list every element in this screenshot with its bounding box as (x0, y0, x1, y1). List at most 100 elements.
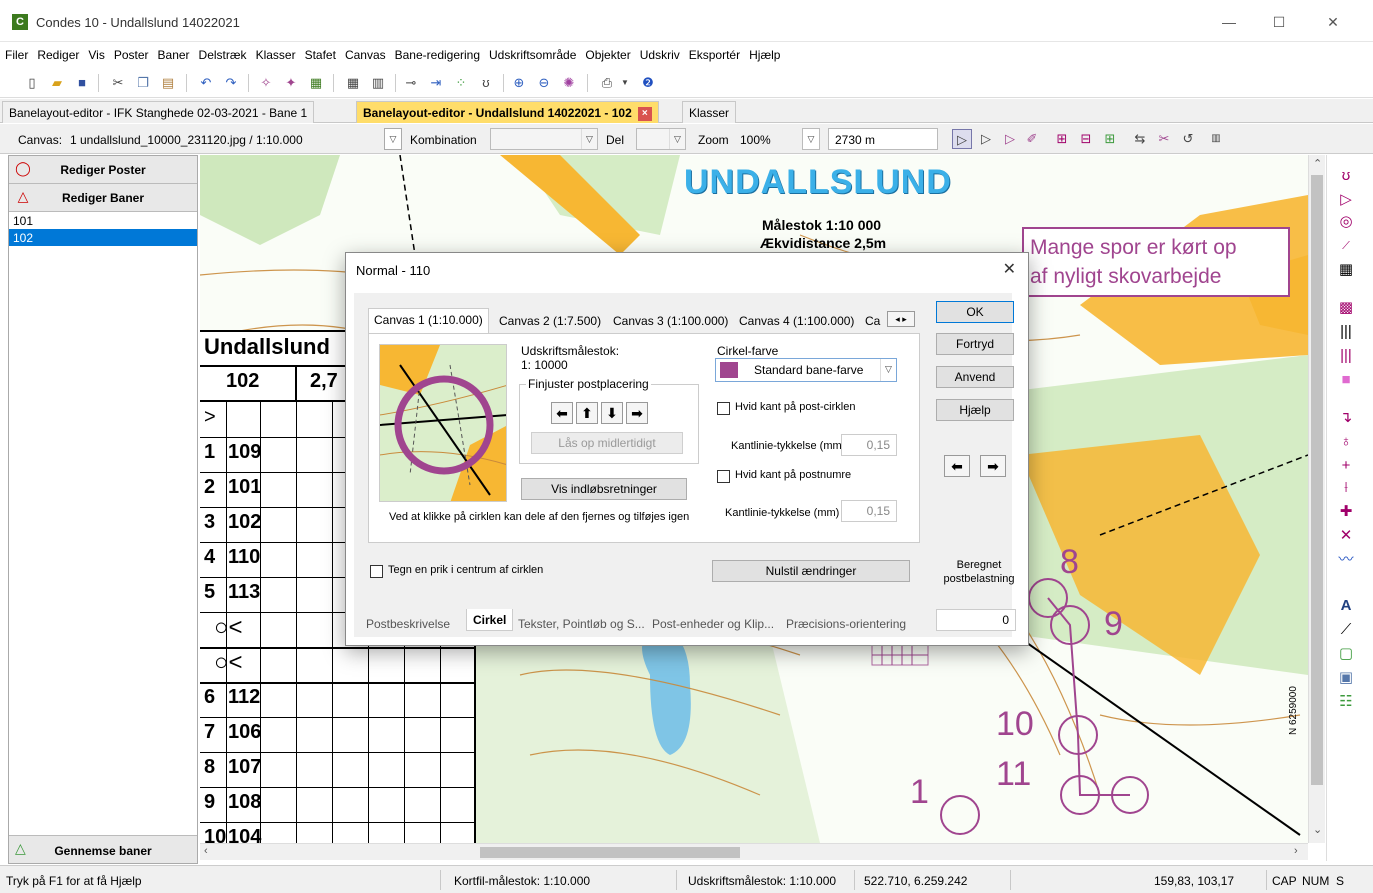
start-tool-icon[interactable]: ▷ (1335, 189, 1357, 211)
maximize-button[interactable]: ☐ (1256, 8, 1302, 36)
scissors-icon[interactable]: ✂ (1154, 129, 1174, 149)
boundary-tool-icon[interactable]: ||| (1335, 321, 1357, 343)
rotate-icon[interactable]: ↺ (1178, 129, 1198, 149)
tab-canvas-4[interactable]: Canvas 4 (1:100.000) (734, 310, 859, 332)
courses-icon[interactable]: ✦ (281, 73, 301, 93)
new-file-icon[interactable]: ▯ (22, 73, 42, 93)
ruler-icon[interactable]: ▥ (1206, 129, 1226, 149)
cross-tool-icon[interactable]: ✚ (1335, 501, 1357, 523)
finish-tool-icon[interactable]: ◎ (1335, 211, 1357, 233)
menu-eksporter[interactable]: Eksportér (684, 42, 744, 62)
menu-rediger[interactable]: Rediger (32, 42, 83, 62)
redo-icon[interactable]: ↷ (221, 73, 241, 93)
move-up-button[interactable]: ⬆ (576, 402, 598, 424)
zoom-in-icon[interactable]: ⊕ (509, 73, 529, 93)
tab-canvas-2[interactable]: Canvas 2 (1:7.500) (494, 310, 606, 332)
scrollbar-thumb[interactable] (1311, 175, 1323, 785)
copy-icon[interactable]: ❐ (133, 73, 153, 93)
cut-icon[interactable]: ✂ (108, 73, 128, 93)
add-control-icon[interactable]: ⊞ (1052, 129, 1072, 149)
tab-scroll-icon[interactable]: ◂ ▸ (887, 311, 915, 327)
rectangle-tool-icon[interactable]: ▢ (1335, 643, 1357, 665)
zoom-out-icon[interactable]: ⊖ (534, 73, 554, 93)
distance-field[interactable]: 2730 m (828, 128, 938, 150)
close-button[interactable]: ✕ (1310, 8, 1356, 36)
pen-tool-icon[interactable]: ⟋ (1335, 619, 1357, 641)
print-dropdown-icon[interactable]: ▼ (615, 73, 635, 93)
select-course-icon[interactable]: ▷ (1000, 129, 1020, 149)
scroll-up-icon[interactable]: ⌃ (1313, 157, 1322, 170)
scroll-right-icon[interactable]: › (1294, 845, 1298, 857)
tab-ifk-stanghede[interactable]: Banelayout-editor - IFK Stanghede 02-03-… (2, 101, 315, 123)
previous-control-button[interactable]: ⬅ (944, 455, 970, 477)
move-left-button[interactable]: ⬅ (551, 402, 573, 424)
tab-undallslund[interactable]: Banelayout-editor - Undallslund 14022021… (356, 101, 659, 123)
laas-op-button[interactable]: Lås op midlertidigt (531, 432, 683, 454)
tab-canvas-5[interactable]: Ca (860, 310, 884, 332)
list-item[interactable]: 101 (9, 212, 197, 229)
text-tool-icon[interactable]: A (1335, 595, 1357, 617)
symbol-tool-icon[interactable]: ☷ (1335, 691, 1357, 713)
scroll-left-icon[interactable]: ‹ (204, 845, 208, 857)
scroll-down-icon[interactable]: ⌄ (1313, 823, 1322, 836)
menu-udskriftsomraade[interactable]: Udskriftsområde (484, 42, 580, 62)
help-icon[interactable]: ❷ (638, 73, 658, 93)
menu-vis[interactable]: Vis (83, 42, 108, 62)
undo-icon[interactable]: ↶ (196, 73, 216, 93)
scrollbar-thumb[interactable] (480, 847, 740, 858)
menu-filer[interactable]: Filer (0, 42, 32, 62)
crossing-tool-icon[interactable]: ▩ (1335, 297, 1357, 319)
paste-icon[interactable]: ▤ (158, 73, 178, 93)
hvid-kant-numre-checkbox[interactable] (717, 470, 730, 483)
menu-klasser[interactable]: Klasser (251, 42, 300, 62)
tegn-prik-checkbox[interactable] (370, 565, 383, 578)
vertical-scrollbar[interactable]: ⌃ ⌄ (1308, 155, 1325, 843)
cirkel-farve-select[interactable]: Standard bane-farve ▽ (715, 358, 897, 382)
image-tool-icon[interactable]: ▣ (1335, 667, 1357, 689)
zoom-dropdown[interactable]: ▽ (802, 128, 820, 150)
tab-praecisions[interactable]: Præcisions-orientering (786, 613, 906, 635)
tab-canvas-1[interactable]: Canvas 1 (1:10.000) (368, 308, 489, 333)
classes-icon[interactable]: ▦ (306, 73, 326, 93)
firstaid-tool-icon[interactable]: + (1335, 455, 1357, 477)
horizontal-scrollbar[interactable]: ‹ › (200, 843, 1308, 860)
key-icon[interactable]: ⊸ (401, 73, 421, 93)
add-green-icon[interactable]: ⊞ (1100, 129, 1120, 149)
water-tool-icon[interactable]: ♁ (1335, 431, 1357, 453)
menu-poster[interactable]: Poster (109, 42, 153, 62)
rediger-poster-button[interactable]: ◯ Rediger Poster (9, 156, 197, 184)
kantlinie-input-2[interactable]: 0,15 (841, 500, 897, 522)
kantlinie-input[interactable]: 0,15 (841, 434, 897, 456)
ok-button[interactable]: OK (936, 301, 1014, 323)
edit-leg-icon[interactable]: ✐ (1022, 129, 1042, 149)
nulstil-button[interactable]: Nulstil ændringer (712, 560, 910, 582)
dialog-close-icon[interactable]: ✕ (1003, 259, 1016, 279)
area-tool-icon[interactable]: ■ (1335, 369, 1357, 391)
menu-udskriv[interactable]: Udskriv (635, 42, 684, 62)
fortryd-button[interactable]: Fortryd (936, 333, 1014, 355)
route-tool-icon[interactable]: ↴ (1335, 407, 1357, 429)
next-control-button[interactable]: ➡ (980, 455, 1006, 477)
course-icon[interactable]: ✧ (256, 73, 276, 93)
leg-tool-icon[interactable]: ⟋ (1335, 235, 1357, 257)
control-tool-icon[interactable]: ʊ (1335, 165, 1357, 187)
hvid-kant-post-checkbox[interactable] (717, 402, 730, 415)
relay-icon[interactable]: ⁘ (451, 73, 471, 93)
move-down-button[interactable]: ⬇ (601, 402, 623, 424)
zoom-fit-icon[interactable]: ✺ (559, 73, 579, 93)
print-icon[interactable]: ⎙ (597, 73, 617, 93)
marked-route-icon[interactable]: ⟊ (1335, 477, 1357, 499)
rediger-baner-button[interactable]: △ Rediger Baner (9, 184, 197, 212)
menu-canvas[interactable]: Canvas (340, 42, 390, 62)
anvend-button[interactable]: Anvend (936, 366, 1014, 388)
menu-baner[interactable]: Baner (153, 42, 194, 62)
vis-indloeb-button[interactable]: Vis indløbsretninger (521, 478, 687, 500)
kombination-select[interactable]: ▽ (490, 128, 598, 150)
line-tool-icon[interactable]: 〰 (1335, 549, 1357, 571)
remove-control-icon[interactable]: ⊟ (1076, 129, 1096, 149)
tab-klasser[interactable]: Klasser (682, 101, 737, 123)
reverse-icon[interactable]: ⇆ (1130, 129, 1150, 149)
grid-icon[interactable]: ▥ (368, 73, 388, 93)
hjaelp-button[interactable]: Hjælp (936, 399, 1014, 421)
tab-tekster[interactable]: Tekster, Pointløb og S... (518, 613, 645, 635)
